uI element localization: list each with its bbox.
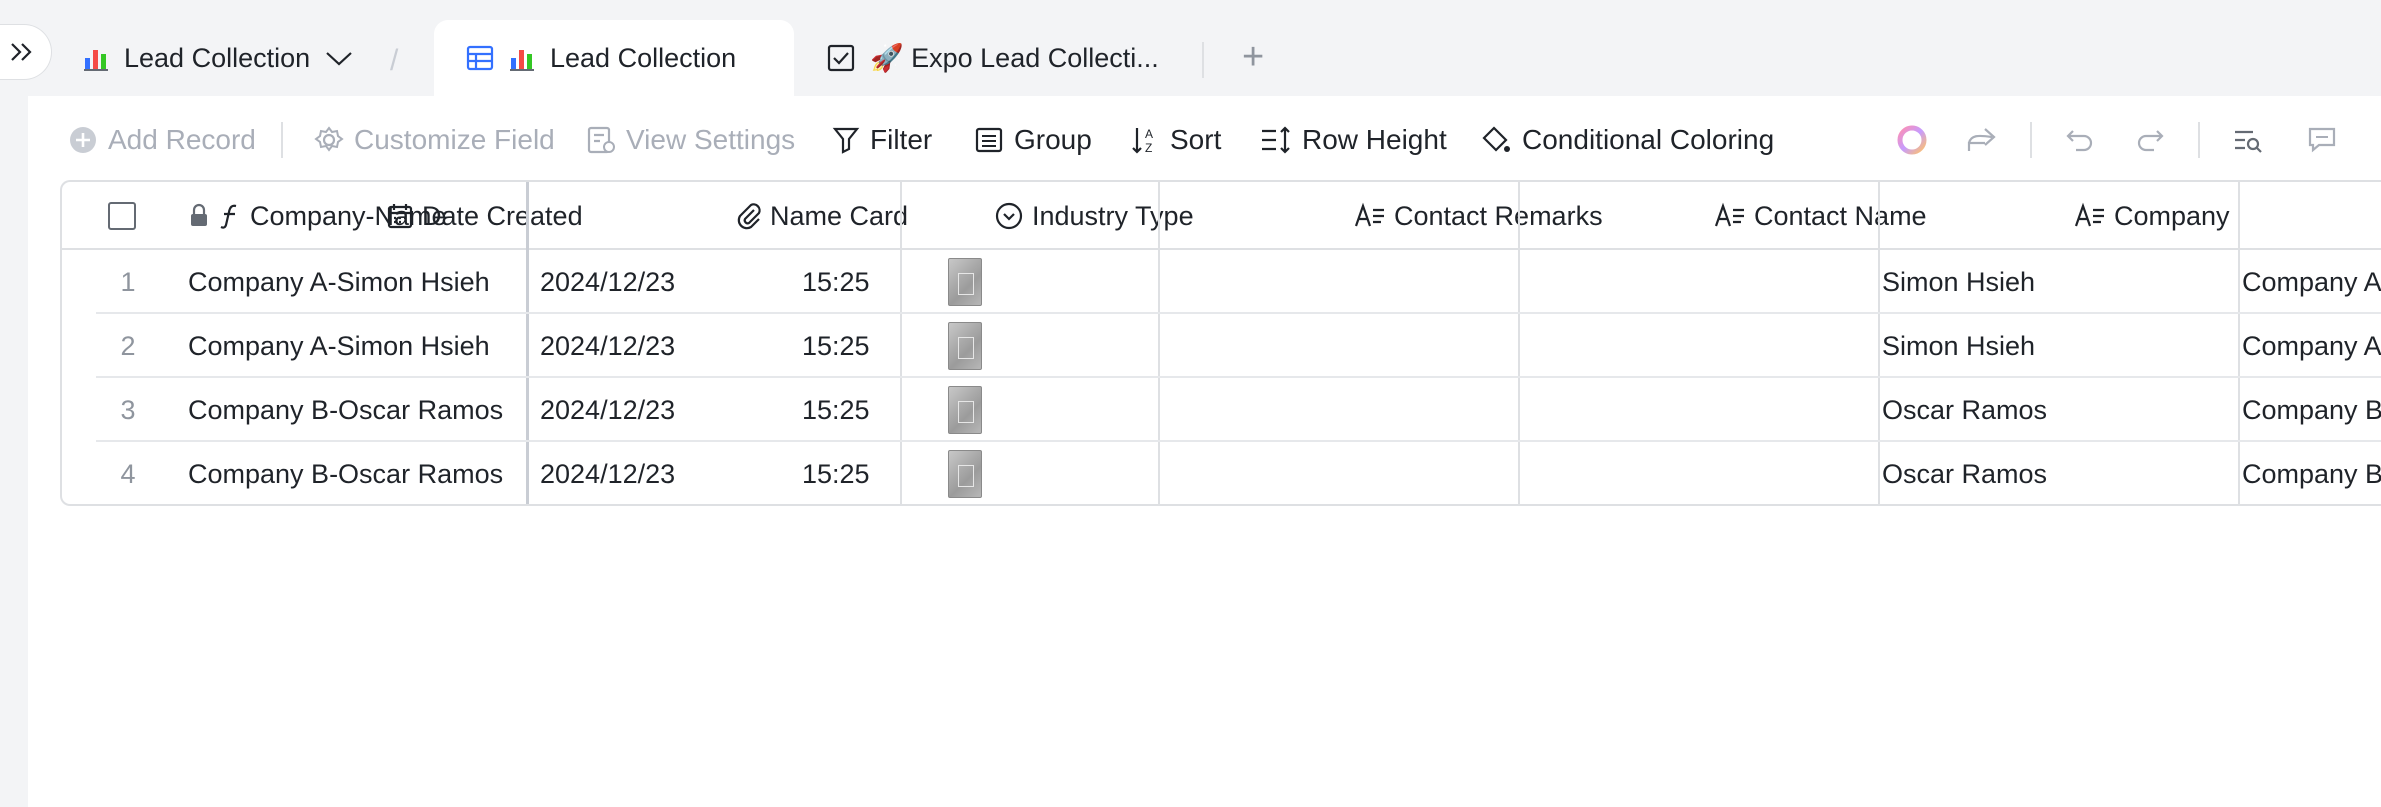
- toolbar-divider: [281, 122, 283, 158]
- row-number: 2: [120, 330, 136, 361]
- svg-text:A: A: [1145, 127, 1153, 141]
- redo-icon[interactable]: [2128, 118, 2172, 162]
- table-row[interactable]: 4 Company B-Oscar Ramos 2024/12/23 15:25…: [96, 442, 2381, 504]
- cell-time[interactable]: 15:25: [802, 442, 870, 504]
- sort-button[interactable]: AZ Sort: [1130, 118, 1221, 162]
- cell-date[interactable]: 2024/12/23: [540, 378, 675, 442]
- row-height-button[interactable]: Row Height: [1260, 118, 1447, 162]
- cell-name-card[interactable]: [948, 314, 982, 378]
- cell-company[interactable]: Company A: [2242, 250, 2381, 314]
- bar-chart-icon: [82, 44, 110, 72]
- cell-company-name[interactable]: Company B-Oscar Ramos: [188, 442, 503, 504]
- table-row[interactable]: 1 Company A-Simon Hsieh 2024/12/23 15:25…: [96, 250, 2381, 314]
- cell-name-card[interactable]: [948, 442, 982, 504]
- cell-contact-name[interactable]: Simon Hsieh: [1882, 250, 2035, 314]
- cell-company[interactable]: Company B: [2242, 442, 2381, 504]
- cell-company-name[interactable]: Company A-Simon Hsieh: [188, 250, 490, 314]
- tab-lead-collection-dashboard[interactable]: Lead Collection: [82, 20, 354, 96]
- text-field-icon: [2074, 202, 2104, 227]
- view-settings-icon: [587, 126, 615, 154]
- cell-time[interactable]: 15:25: [802, 250, 870, 314]
- double-chevron-right-icon: [10, 43, 32, 61]
- tab-lead-collection-grid[interactable]: Lead Collection: [434, 20, 794, 96]
- cell-date[interactable]: 2024/12/23: [540, 314, 675, 378]
- row-number: 3: [120, 394, 136, 425]
- comment-icon[interactable]: [2300, 118, 2344, 162]
- toolbar: Add Record Customize Field View Settings…: [28, 96, 2381, 184]
- calendar-icon: [387, 204, 413, 229]
- grid-table-icon: [466, 44, 494, 72]
- data-grid: Company-Name Date Created Name Card Indu…: [60, 180, 2381, 506]
- column-header-name-card[interactable]: Name Card: [736, 182, 908, 250]
- name-card-thumbnail[interactable]: [948, 450, 982, 498]
- row-height-icon: [1262, 126, 1290, 154]
- formula-icon: [220, 204, 237, 229]
- tab-label: Lead Collection: [550, 42, 737, 73]
- tab-expo-lead-collection[interactable]: 🚀 Expo Lead Collecti...: [826, 20, 1159, 96]
- grid-header: Company-Name Date Created Name Card Indu…: [62, 182, 2381, 250]
- column-header-contact-name[interactable]: Contact Name: [1714, 182, 1927, 250]
- cell-contact-name[interactable]: Oscar Ramos: [1882, 378, 2047, 442]
- cell-name-card[interactable]: [948, 250, 982, 314]
- select-all-checkbox[interactable]: [108, 202, 136, 230]
- customize-field-button[interactable]: Customize Field: [314, 118, 555, 162]
- bar-chart-icon: [508, 44, 536, 72]
- cell-time[interactable]: 15:25: [802, 378, 870, 442]
- expand-sidebar-button[interactable]: [0, 24, 52, 80]
- cell-contact-name[interactable]: Oscar Ramos: [1882, 442, 2047, 504]
- main-panel: Add Record Customize Field View Settings…: [28, 96, 2381, 807]
- form-checkbox-icon: [826, 43, 856, 73]
- row-number: 1: [120, 266, 136, 297]
- cell-time[interactable]: 15:25: [802, 314, 870, 378]
- view-settings-button[interactable]: View Settings: [586, 118, 795, 162]
- tab-label: 🚀 Expo Lead Collecti...: [870, 43, 1159, 73]
- paint-bucket-icon: [1482, 126, 1510, 152]
- table-row[interactable]: 3 Company B-Oscar Ramos 2024/12/23 15:25…: [96, 378, 2381, 442]
- text-field-icon: [1714, 202, 1744, 227]
- svg-text:Z: Z: [1145, 141, 1152, 155]
- group-button[interactable]: Group: [974, 118, 1092, 162]
- gear-icon: [314, 126, 344, 152]
- single-select-icon: [995, 202, 1023, 230]
- cell-company[interactable]: Company B: [2242, 378, 2381, 442]
- column-header-company[interactable]: Company: [2074, 182, 2230, 250]
- add-tab-button[interactable]: +: [1242, 38, 1264, 76]
- cell-company-name[interactable]: Company B-Oscar Ramos: [188, 378, 503, 442]
- add-record-button[interactable]: Add Record: [68, 118, 256, 162]
- toolbar-divider: [2030, 122, 2032, 158]
- cell-name-card[interactable]: [948, 378, 982, 442]
- column-header-industry-type[interactable]: Industry Type: [994, 182, 1194, 250]
- search-records-icon[interactable]: [2226, 118, 2270, 162]
- table-row[interactable]: 2 Company A-Simon Hsieh 2024/12/23 15:25…: [96, 314, 2381, 378]
- cell-company[interactable]: Company A: [2242, 314, 2381, 378]
- plus-circle-icon: [70, 127, 96, 153]
- chevron-down-icon[interactable]: [324, 48, 354, 68]
- cell-contact-name[interactable]: Simon Hsieh: [1882, 314, 2035, 378]
- paperclip-icon: [737, 203, 761, 230]
- undo-icon[interactable]: [2058, 118, 2102, 162]
- column-header-date-created[interactable]: Date Created: [386, 182, 583, 250]
- divider: [1202, 42, 1204, 78]
- share-icon[interactable]: [1960, 118, 2004, 162]
- toolbar-divider: [2198, 122, 2200, 158]
- row-number: 4: [120, 458, 136, 489]
- cell-date[interactable]: 2024/12/23: [540, 442, 675, 504]
- name-card-thumbnail[interactable]: [948, 386, 982, 434]
- cell-company-name[interactable]: Company A-Simon Hsieh: [188, 314, 490, 378]
- tab-label: Lead Collection: [124, 42, 311, 73]
- text-field-icon: [1354, 202, 1384, 227]
- name-card-thumbnail[interactable]: [948, 322, 982, 370]
- filter-icon: [832, 127, 860, 154]
- ai-assistant-icon[interactable]: [1890, 118, 1934, 162]
- name-card-thumbnail[interactable]: [948, 258, 982, 306]
- column-header-contact-remarks[interactable]: Contact Remarks: [1354, 182, 1603, 250]
- tab-separator: /: [390, 44, 399, 77]
- group-icon: [975, 127, 1003, 153]
- lock-icon: [191, 203, 207, 226]
- cell-date[interactable]: 2024/12/23: [540, 250, 675, 314]
- sort-icon: AZ: [1132, 127, 1153, 155]
- filter-button[interactable]: Filter: [832, 118, 932, 162]
- tab-bar: Lead Collection / Lead Collection 🚀 Expo…: [0, 0, 2381, 96]
- conditional-coloring-button[interactable]: Conditional Coloring: [1480, 118, 1774, 162]
